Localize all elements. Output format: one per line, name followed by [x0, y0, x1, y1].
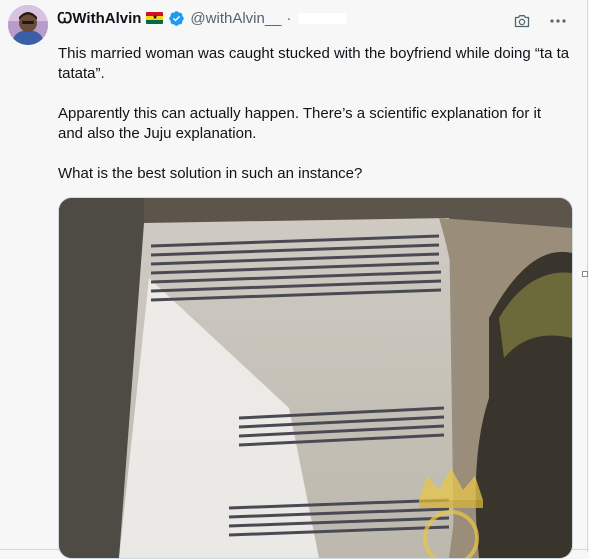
verified-badge-icon	[169, 10, 185, 26]
resize-handle-right[interactable]	[582, 271, 588, 277]
video-still-image	[59, 198, 572, 558]
tweet-paragraph: Apparently this can actually happen. The…	[58, 105, 542, 142]
redacted-timestamp	[298, 12, 347, 24]
tweet-paragraph: This married woman was caught stucked wi…	[58, 45, 570, 82]
tweet-header: ꞶWithAlvin ★ @withAlvin__ ·	[57, 8, 347, 28]
author-handle[interactable]: @withAlvin__	[190, 10, 281, 27]
ghana-flag-icon: ★	[146, 12, 164, 24]
tweet-paragraph: What is the best solution in such an ins…	[58, 165, 363, 182]
header-separator: ·	[286, 9, 292, 27]
tweet-text: This married woman was caught stucked wi…	[58, 44, 570, 204]
more-options-icon[interactable]	[549, 12, 567, 30]
tweet-media[interactable]	[58, 197, 573, 559]
author-display-name[interactable]: ꞶWithAlvin	[57, 8, 141, 28]
author-avatar[interactable]	[8, 5, 48, 45]
tweet-top-actions	[513, 12, 567, 30]
camera-icon[interactable]	[513, 12, 531, 30]
